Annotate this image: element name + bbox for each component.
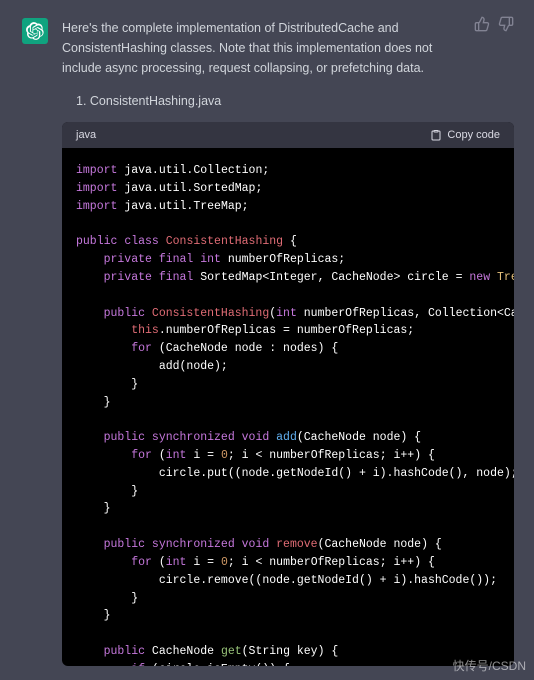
- code-lang-label: java: [76, 129, 96, 141]
- code-body[interactable]: import java.util.Collection; import java…: [62, 148, 514, 666]
- copy-code-label: Copy code: [447, 129, 500, 141]
- code-header: java Copy code: [62, 122, 514, 148]
- watermark: 快传号/CSDN: [453, 657, 526, 674]
- intro-text: Here's the complete implementation of Di…: [62, 18, 512, 78]
- code-block: java Copy code import java.util.Collecti…: [62, 122, 514, 666]
- thumbs-up-button[interactable]: [474, 16, 490, 32]
- clipboard-icon: [430, 129, 442, 141]
- assistant-message: Here's the complete implementation of Di…: [0, 0, 534, 680]
- openai-icon: [26, 22, 44, 40]
- thumbs-up-icon: [474, 16, 490, 32]
- copy-code-button[interactable]: Copy code: [430, 129, 500, 141]
- file-list-item: 1. ConsistentHashing.java: [62, 94, 512, 108]
- thumbs-down-icon: [498, 16, 514, 32]
- feedback-buttons: [474, 16, 514, 32]
- assistant-avatar: [22, 18, 48, 44]
- thumbs-down-button[interactable]: [498, 16, 514, 32]
- message-content: Here's the complete implementation of Di…: [62, 18, 512, 680]
